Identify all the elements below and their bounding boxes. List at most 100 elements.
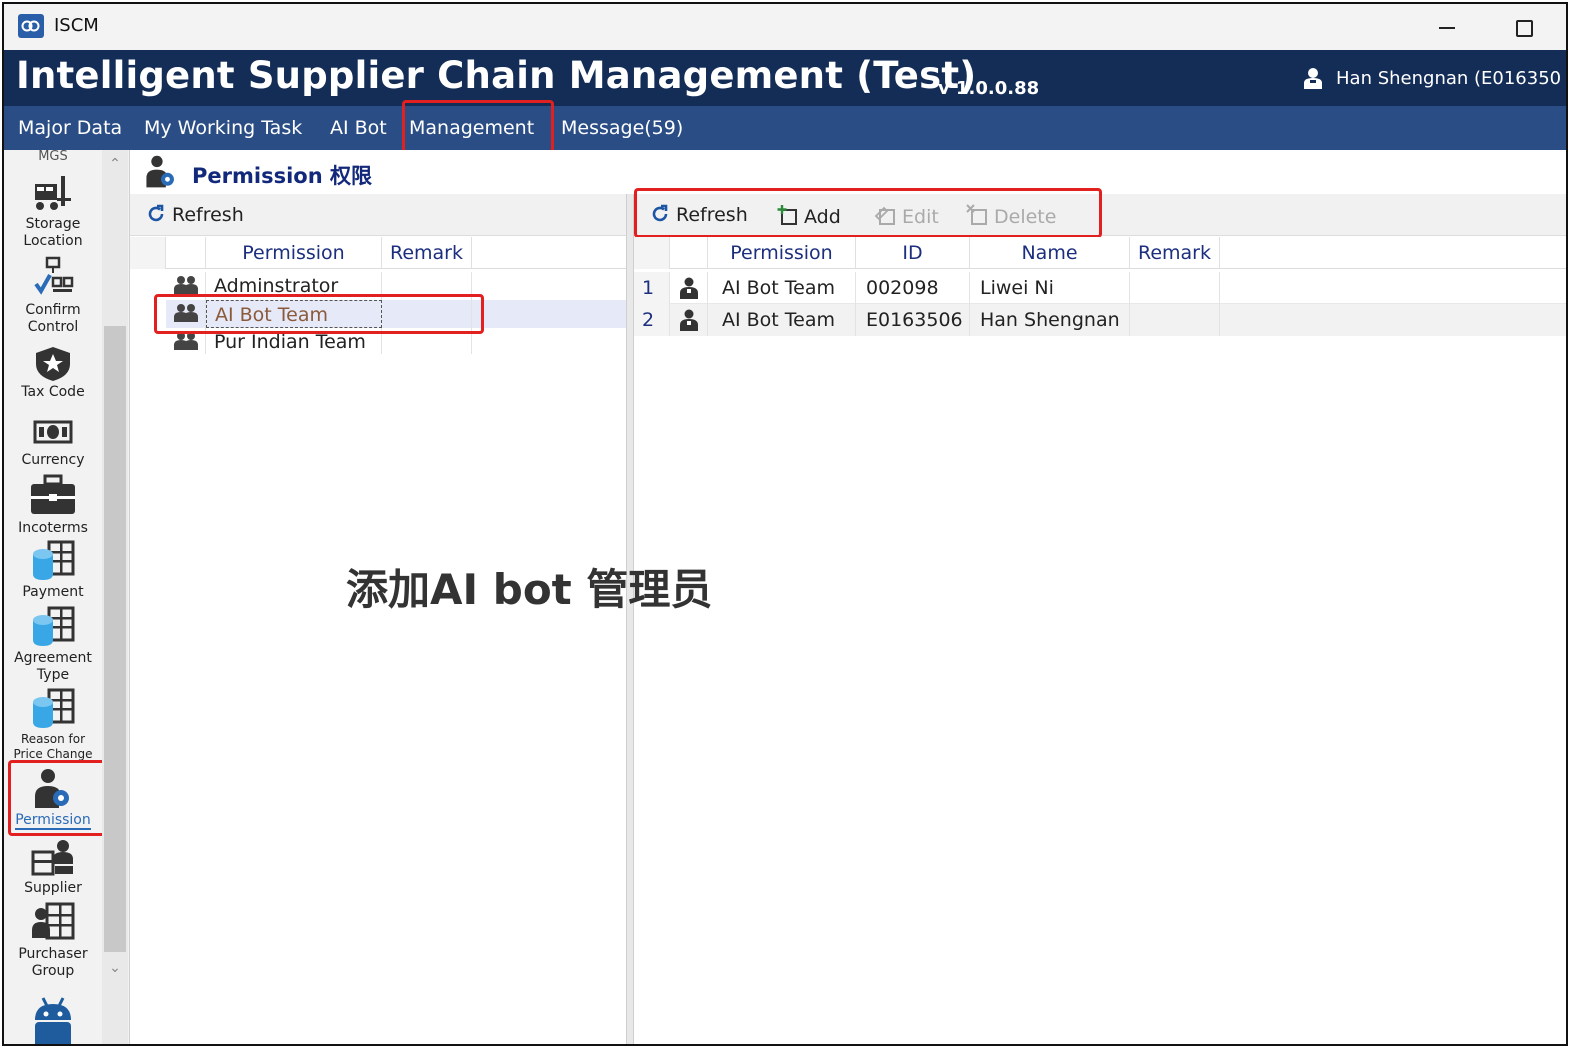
- database-table-icon: [33, 540, 75, 580]
- minimize-button[interactable]: [1432, 12, 1462, 42]
- cell-remark: [382, 300, 472, 328]
- menu-ai-bot[interactable]: AI Bot: [330, 117, 387, 139]
- supplier-icon: [31, 840, 73, 876]
- cell-permission: Pur Indian Team: [206, 328, 382, 354]
- column-header-permission[interactable]: Permission: [206, 237, 382, 269]
- table-row[interactable]: 2 AI Bot Team E0163506 Han Shengnan: [634, 304, 1566, 336]
- left-refresh-button[interactable]: Refresh: [146, 204, 244, 226]
- delete-label: Delete: [994, 206, 1057, 228]
- sidebar-item-label: Agreement: [14, 650, 92, 666]
- user-icon: [670, 304, 708, 336]
- icon-column-header: [166, 237, 206, 269]
- row-index: 2: [634, 304, 670, 336]
- current-user[interactable]: Han Shengnan (E016350: [1336, 68, 1561, 89]
- add-button[interactable]: Add: [776, 204, 841, 228]
- sidebar-item-storage-location[interactable]: Storage Location: [4, 174, 102, 250]
- cell-remark: [1130, 304, 1220, 336]
- sidebar-item-tax-code[interactable]: Tax Code: [4, 346, 102, 401]
- refresh-icon: [652, 204, 668, 222]
- sidebar-item-mgs[interactable]: MGS: [4, 148, 102, 165]
- sidebar-item-incoterms[interactable]: Incoterms: [4, 474, 102, 537]
- menu-my-working-task[interactable]: My Working Task: [144, 117, 302, 139]
- database-table-icon: [33, 688, 75, 728]
- sidebar-scrollbar[interactable]: ⌃ ⌄: [102, 150, 128, 1044]
- cell-remark: [1130, 272, 1220, 304]
- purchaser-group-icon: [32, 902, 75, 940]
- sidebar-item-label: Location: [23, 233, 83, 249]
- cell-permission: AI Bot Team: [708, 272, 856, 304]
- menu-major-data[interactable]: Major Data: [18, 117, 122, 139]
- edit-label: Edit: [902, 206, 939, 228]
- table-row-selected[interactable]: AI Bot Team: [130, 300, 626, 328]
- sidebar-item-currency[interactable]: Currency: [4, 414, 102, 469]
- left-refresh-label: Refresh: [172, 204, 244, 226]
- delete-icon: [966, 204, 987, 225]
- app-title: Intelligent Supplier Chain Management (T…: [16, 54, 977, 97]
- sidebar-item-label: Payment: [22, 584, 84, 600]
- edit-icon: [874, 206, 895, 225]
- edit-button[interactable]: Edit: [874, 204, 939, 228]
- sidebar-item-label: Confirm: [25, 302, 81, 318]
- robot-icon: [35, 997, 71, 1044]
- column-header-permission[interactable]: Permission: [708, 237, 856, 269]
- app-logo-icon: [18, 14, 44, 38]
- cell-permission: AI Bot Team: [708, 304, 856, 336]
- column-header-id[interactable]: ID: [856, 237, 970, 269]
- chevron-down-icon[interactable]: ⌄: [109, 961, 121, 975]
- sidebar-item-agreement-type[interactable]: Agreement Type: [4, 606, 102, 684]
- table-row[interactable]: 1 AI Bot Team 002098 Liwei Ni: [634, 272, 1566, 304]
- row-header: [130, 328, 166, 354]
- delete-button[interactable]: Delete: [966, 204, 1056, 228]
- sidebar-item-label: Currency: [21, 452, 85, 468]
- right-refresh-button[interactable]: Refresh: [650, 204, 748, 226]
- sidebar-item-permission[interactable]: Permission: [4, 768, 102, 830]
- cell-name: Han Shengnan: [970, 304, 1130, 336]
- cell-permission: Adminstrator: [206, 272, 382, 300]
- sidebar-item-label: Tax Code: [21, 384, 85, 400]
- app-name: ISCM: [54, 15, 99, 36]
- main-menu: Major Data My Working Task AI Bot Manage…: [4, 100, 1566, 154]
- page-header: Permission 权限: [130, 150, 1566, 194]
- refresh-icon: [148, 204, 164, 222]
- maximize-button[interactable]: [1508, 12, 1538, 42]
- sidebar-item-confirm-control[interactable]: Confirm Control: [4, 256, 102, 336]
- sidebar-item-label: Price Change: [13, 747, 93, 761]
- sidebar-item-label: Group: [31, 963, 75, 979]
- cell-id: 002098: [856, 272, 970, 304]
- right-grid-header: Permission ID Name Remark: [634, 237, 1566, 269]
- sidebar-item-purchaser-group[interactable]: Purchaser Group: [4, 902, 102, 980]
- sidebar-item-label: Control: [27, 319, 79, 335]
- row-index: 1: [634, 272, 670, 304]
- shield-star-icon: [36, 347, 70, 381]
- sidebar-item-label: Reason for: [20, 732, 86, 746]
- add-label: Add: [804, 206, 841, 228]
- table-row[interactable]: Pur Indian Team: [130, 328, 626, 354]
- column-header-name[interactable]: Name: [970, 237, 1130, 269]
- add-icon: [777, 205, 797, 225]
- sidebar-item-supplier[interactable]: Supplier: [4, 838, 102, 897]
- sidebar-item-label: Storage: [25, 216, 81, 232]
- cell-name: Liwei Ni: [970, 272, 1130, 304]
- app-window: ISCM Intelligent Supplier Chain Manageme…: [2, 2, 1568, 1046]
- sidebar-scrollbar-thumb[interactable]: [104, 326, 126, 952]
- database-table-icon: [33, 606, 75, 646]
- sidebar-item-label: Purchaser: [18, 946, 88, 962]
- sidebar-item-reason-for-price-change[interactable]: Reason for Price Change: [4, 688, 102, 762]
- table-row[interactable]: Adminstrator: [130, 272, 626, 300]
- chevron-up-icon[interactable]: ⌃: [109, 157, 121, 171]
- user-group-icon: [166, 328, 206, 354]
- briefcase-icon: [31, 474, 75, 514]
- sidebar-item-payment[interactable]: Payment: [4, 540, 102, 601]
- menu-management[interactable]: Management: [409, 117, 534, 139]
- left-toolbar: Refresh: [130, 194, 626, 236]
- row-header-corner: [634, 237, 670, 269]
- menu-message[interactable]: Message(59): [561, 117, 683, 139]
- annotation-caption: 添加AI bot 管理员: [346, 565, 713, 614]
- right-refresh-label: Refresh: [676, 204, 748, 226]
- sidebar-item-robot[interactable]: [4, 996, 102, 1044]
- user-icon: [670, 272, 708, 304]
- user-group-icon: [166, 272, 206, 300]
- column-header-remark[interactable]: Remark: [382, 237, 472, 269]
- pane-splitter[interactable]: [626, 194, 634, 1044]
- column-header-remark[interactable]: Remark: [1130, 237, 1220, 269]
